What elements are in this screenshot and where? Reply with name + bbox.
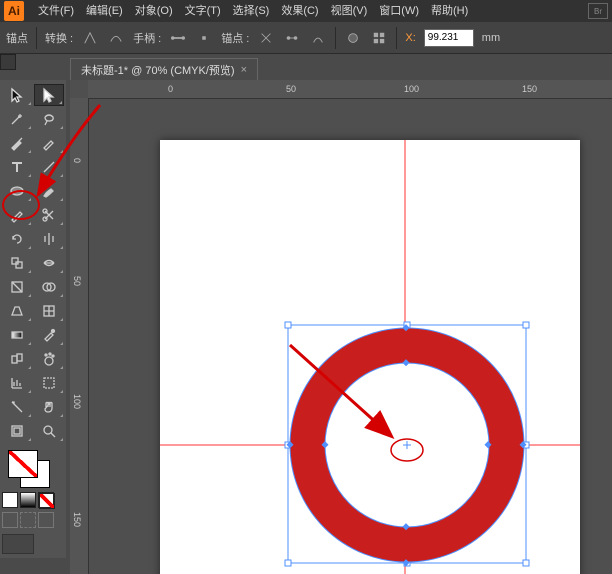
graph-tool[interactable] xyxy=(2,372,32,394)
artboard-tool[interactable] xyxy=(34,372,64,394)
remove-anchor-icon[interactable] xyxy=(257,29,275,47)
draw-behind-icon[interactable] xyxy=(20,512,36,528)
x-label: X: xyxy=(405,32,415,44)
menu-item[interactable]: 选择(S) xyxy=(227,0,276,22)
bridge-button[interactable]: Br xyxy=(588,3,608,19)
pen-tool[interactable] xyxy=(2,132,32,154)
convert-label: 转换 : xyxy=(45,30,73,46)
symbol-spray-tool[interactable] xyxy=(34,348,64,370)
gradient-mode-icon[interactable] xyxy=(20,492,36,508)
document-tab[interactable]: 未标题-1* @ 70% (CMYK/预览) × xyxy=(70,58,258,80)
add-anchor-tool[interactable] xyxy=(34,132,64,154)
ruler-tick: 100 xyxy=(404,84,419,94)
ruler-tick: 100 xyxy=(72,394,82,409)
eyedropper-tool[interactable] xyxy=(34,324,64,346)
rotate-tool[interactable] xyxy=(2,228,32,250)
work-area: 050100150200 050100150 xyxy=(70,80,612,574)
menu-item[interactable]: 窗口(W) xyxy=(373,0,425,22)
scale-tool[interactable] xyxy=(2,252,32,274)
document-tab-title: 未标题-1* @ 70% (CMYK/预览) xyxy=(81,62,235,78)
free-transform-tool[interactable] xyxy=(2,276,32,298)
convert-corner-icon[interactable] xyxy=(81,29,99,47)
ruler-tick: 150 xyxy=(522,84,537,94)
handle-show-icon[interactable] xyxy=(169,29,187,47)
menu-bar: Ai 文件(F)编辑(E)对象(O)文字(T)选择(S)效果(C)视图(V)窗口… xyxy=(0,0,612,22)
x-value-field[interactable]: 99.231 xyxy=(424,29,474,47)
ruler-tick: 50 xyxy=(286,84,296,94)
lasso-tool[interactable] xyxy=(34,108,64,130)
artboard[interactable] xyxy=(160,140,580,574)
color-mode-icon[interactable] xyxy=(2,492,18,508)
ruler-tick: 0 xyxy=(72,158,82,163)
ruler-horizontal[interactable]: 050100150200 xyxy=(88,80,612,99)
convert-smooth-icon[interactable] xyxy=(107,29,125,47)
menu-item[interactable]: 文字(T) xyxy=(179,0,227,22)
options-bar: 锚点 转换 : 手柄 : 锚点 : X: 99.231 mm xyxy=(0,22,612,54)
menu-item[interactable]: 效果(C) xyxy=(275,0,324,22)
mesh-tool[interactable] xyxy=(34,300,64,322)
ruler-tick: 50 xyxy=(72,276,82,286)
isolate-icon[interactable] xyxy=(344,29,362,47)
magic-wand-tool[interactable] xyxy=(2,108,32,130)
app-logo: Ai xyxy=(4,1,24,21)
scissors-tool[interactable] xyxy=(34,204,64,226)
fill-stroke-swatch[interactable] xyxy=(2,448,62,488)
type-tool[interactable] xyxy=(2,156,32,178)
pencil-tool[interactable] xyxy=(2,204,32,226)
close-tab-icon[interactable]: × xyxy=(241,64,247,76)
menu-item[interactable]: 对象(O) xyxy=(129,0,179,22)
anchor-label: 锚点 xyxy=(6,30,28,46)
shape-builder-tool[interactable] xyxy=(34,276,64,298)
handles-label: 手柄 : xyxy=(133,30,161,46)
direct-select-tool[interactable] xyxy=(34,84,64,106)
none-mode-icon[interactable] xyxy=(38,492,54,508)
slice-tool[interactable] xyxy=(2,396,32,418)
line-tool[interactable] xyxy=(34,156,64,178)
cut-anchor-icon[interactable] xyxy=(309,29,327,47)
x-unit: mm xyxy=(482,32,500,44)
align-pixel-icon[interactable] xyxy=(370,29,388,47)
zoom-tool[interactable] xyxy=(34,420,64,442)
reflect-tool[interactable] xyxy=(34,228,64,250)
screen-mode-icon[interactable] xyxy=(2,534,34,554)
document-tabs: 未标题-1* @ 70% (CMYK/预览) × xyxy=(70,58,258,80)
draw-inside-icon[interactable] xyxy=(38,512,54,528)
perspective-tool[interactable] xyxy=(2,300,32,322)
selection-tool[interactable] xyxy=(2,84,32,106)
toolbox xyxy=(0,80,66,558)
menu-item[interactable]: 帮助(H) xyxy=(425,0,474,22)
ruler-tick: 0 xyxy=(168,84,173,94)
menu-item[interactable]: 视图(V) xyxy=(325,0,374,22)
ellipse-tool[interactable] xyxy=(2,180,32,202)
fill-swatch[interactable] xyxy=(8,450,38,478)
menu-item[interactable]: 文件(F) xyxy=(32,0,80,22)
handle-hide-icon[interactable] xyxy=(195,29,213,47)
ruler-tick: 150 xyxy=(72,512,82,527)
blend-tool[interactable] xyxy=(2,348,32,370)
anchors-label: 锚点 : xyxy=(221,30,249,46)
artwork xyxy=(160,140,580,574)
width-tool[interactable] xyxy=(34,252,64,274)
gradient-tool[interactable] xyxy=(2,324,32,346)
menu-item[interactable]: 编辑(E) xyxy=(80,0,129,22)
left-dock-collapse-icon[interactable] xyxy=(0,54,16,70)
print-tiling-tool[interactable] xyxy=(2,420,32,442)
brush-tool[interactable] xyxy=(34,180,64,202)
connect-anchor-icon[interactable] xyxy=(283,29,301,47)
hand-tool[interactable] xyxy=(34,396,64,418)
draw-normal-icon[interactable] xyxy=(2,512,18,528)
ruler-vertical[interactable]: 0 50 100 150 xyxy=(70,98,89,574)
